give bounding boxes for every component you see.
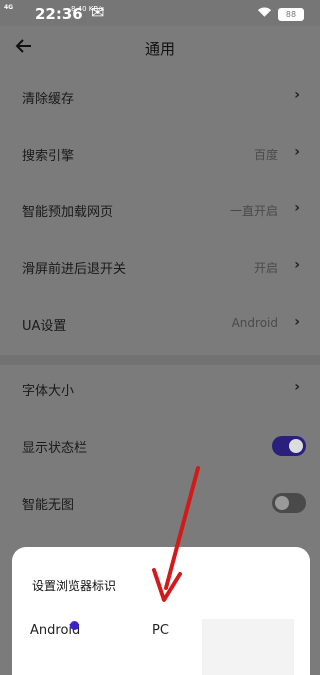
setting-label: 智能无图	[22, 498, 75, 513]
setting-search-engine[interactable]: 搜索引擎 百度 ›	[0, 130, 320, 180]
setting-label: 字体大小	[22, 384, 75, 399]
setting-label: 滑屏前进后退开关	[22, 262, 127, 277]
chevron-right-icon: ›	[294, 314, 300, 330]
option-pc[interactable]: PC	[152, 623, 169, 638]
battery-icon: 88	[278, 8, 304, 21]
setting-preload[interactable]: 智能预加载网页 一直开启 ›	[0, 186, 320, 236]
setting-value: 开启	[253, 261, 278, 275]
section-divider	[0, 355, 320, 365]
setting-label: 显示状态栏	[22, 441, 88, 456]
chevron-right-icon: ›	[294, 200, 300, 216]
setting-value: 一直开启	[229, 204, 278, 218]
annotation-arrow-icon	[152, 466, 200, 602]
selected-indicator	[70, 621, 79, 630]
chevron-right-icon: ›	[294, 257, 300, 273]
message-icon: ✉	[91, 3, 105, 22]
setting-value: 百度	[253, 148, 278, 162]
no-images-toggle[interactable]	[272, 493, 306, 513]
setting-label: 搜索引擎	[22, 149, 75, 164]
statusbar-toggle[interactable]	[272, 436, 306, 456]
toggle-knob	[289, 439, 303, 453]
blurred-region	[202, 619, 294, 675]
network-indicator: 4G	[4, 4, 14, 11]
chevron-right-icon: ›	[294, 379, 300, 395]
sheet-title: 设置浏览器标识	[32, 579, 117, 593]
toggle-knob	[275, 496, 289, 510]
setting-label: 清除缓存	[22, 92, 75, 107]
setting-ua[interactable]: UA设置 Android ›	[0, 300, 320, 350]
setting-swipe-nav[interactable]: 滑屏前进后退开关 开启 ›	[0, 243, 320, 293]
setting-show-statusbar: 显示状态栏	[0, 422, 320, 472]
chevron-right-icon: ›	[294, 144, 300, 160]
setting-value: Android	[231, 316, 278, 330]
page-title: 通用	[144, 40, 175, 58]
setting-font-size[interactable]: 字体大小 ›	[0, 365, 320, 415]
setting-clear-cache[interactable]: 清除缓存 ›	[0, 73, 320, 123]
status-bar: 4G 22:36 8.40 KB/s ✉ 88	[0, 0, 320, 26]
header: 通用	[0, 26, 320, 70]
setting-label: UA设置	[22, 319, 67, 334]
chevron-right-icon: ›	[294, 87, 300, 103]
wifi-icon	[257, 7, 272, 17]
setting-label: 智能预加载网页	[22, 205, 114, 220]
